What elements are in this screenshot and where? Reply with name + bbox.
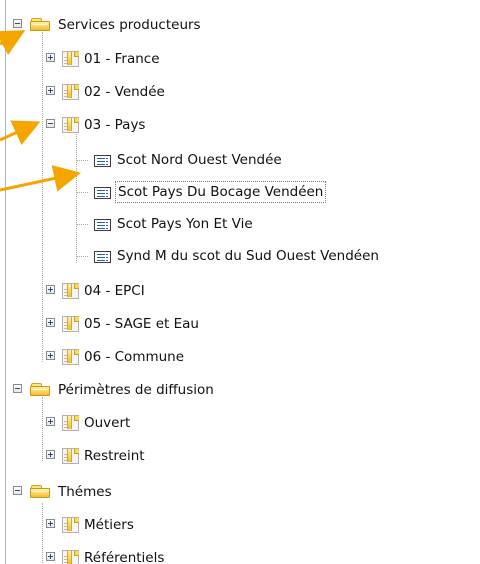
- minus-box-icon[interactable]: [13, 19, 22, 28]
- tree-guide-themes: [42, 503, 43, 564]
- package-icon: [62, 84, 80, 101]
- tree-node-label[interactable]: Thémes: [58, 480, 112, 504]
- plus-box-icon[interactable]: [46, 552, 55, 561]
- package-icon: [62, 517, 80, 534]
- plus-box-icon[interactable]: [46, 450, 55, 459]
- plus-box-icon[interactable]: [46, 519, 55, 528]
- package-icon: [62, 550, 80, 564]
- tree-node-label[interactable]: 05 - SAGE et Eau: [84, 312, 199, 336]
- tree-node-label[interactable]: Synd M du scot du Sud Ouest Vendéen: [117, 244, 379, 268]
- tree-node-label[interactable]: 02 - Vendée: [84, 80, 165, 104]
- package-icon: [62, 349, 80, 366]
- plus-box-icon[interactable]: [46, 53, 55, 62]
- catalog-tree: Services producteurs 01 - France 02 - Ve…: [6, 0, 480, 564]
- folder-icon: [30, 18, 51, 32]
- tree-connector-scot-yon: [76, 224, 88, 225]
- tree-node-label[interactable]: 06 - Commune: [84, 345, 184, 369]
- selected-tree-node-label[interactable]: Scot Pays Du Bocage Vendéen: [115, 181, 327, 203]
- package-icon: [62, 316, 80, 333]
- plus-box-icon[interactable]: [46, 285, 55, 294]
- tree-node-label[interactable]: Périmètres de diffusion: [58, 378, 214, 402]
- folder-icon: [30, 383, 51, 397]
- package-icon: [62, 51, 80, 68]
- package-icon: [62, 448, 80, 465]
- document-list-icon: [94, 251, 111, 263]
- screenshot-stage: Services producteurs 01 - France 02 - Ve…: [0, 0, 480, 564]
- tree-node-label[interactable]: Métiers: [84, 513, 134, 537]
- folder-icon: [30, 485, 51, 499]
- document-list-icon: [94, 219, 111, 231]
- package-icon: [62, 415, 80, 432]
- tree-node-label[interactable]: Services producteurs: [58, 13, 201, 37]
- tree-connector-scot-nord: [76, 160, 88, 161]
- minus-box-icon[interactable]: [46, 119, 55, 128]
- minus-box-icon[interactable]: [13, 384, 22, 393]
- tree-node-label[interactable]: Ouvert: [84, 411, 130, 435]
- plus-box-icon[interactable]: [46, 417, 55, 426]
- tree-node-label[interactable]: 04 - EPCI: [84, 279, 145, 303]
- tree-connector-scot-bocage: [76, 192, 88, 193]
- tree-guide-pays-children: [76, 131, 77, 263]
- plus-box-icon[interactable]: [46, 351, 55, 360]
- plus-box-icon[interactable]: [46, 86, 55, 95]
- package-icon: [62, 117, 80, 134]
- plus-box-icon[interactable]: [46, 318, 55, 327]
- tree-node-label[interactable]: Scot Nord Ouest Vendée: [117, 148, 282, 172]
- tree-connector-synd-sud: [76, 256, 88, 257]
- tree-panel: Services producteurs 01 - France 02 - Ve…: [5, 0, 480, 564]
- tree-node-label[interactable]: 03 - Pays: [84, 113, 145, 137]
- package-icon: [62, 283, 80, 300]
- tree-node-label[interactable]: 01 - France: [84, 47, 160, 71]
- tree-guide-services: [42, 32, 43, 362]
- minus-box-icon[interactable]: [13, 486, 22, 495]
- document-list-icon: [94, 155, 111, 167]
- tree-node-label[interactable]: Restreint: [84, 444, 145, 468]
- tree-node-label[interactable]: Référentiels: [84, 546, 164, 564]
- tree-node-label[interactable]: Scot Pays Yon Et Vie: [117, 212, 253, 236]
- tree-guide-perimetres: [42, 397, 43, 461]
- document-list-icon: [94, 187, 111, 199]
